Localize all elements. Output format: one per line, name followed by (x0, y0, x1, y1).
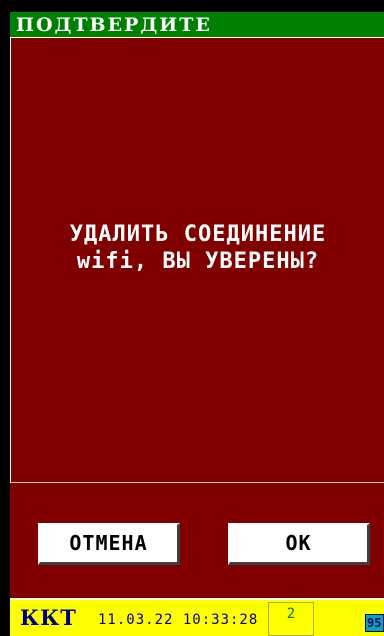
confirm-message-line1: УДАЛИТЬ СОЕДИНЕНИЕ (69, 222, 327, 247)
battery-indicator: 95 (365, 614, 384, 632)
status-counter: 2 (268, 602, 314, 636)
cancel-button[interactable]: ОТМЕНА (38, 523, 180, 565)
status-datetime: 11.03.22 10:33:28 (98, 612, 259, 628)
dialog-title: ПОДТВЕРДИТЕ (16, 14, 212, 36)
confirm-message-line2: wifi, ВЫ УВЕРЕНЫ? (76, 249, 320, 274)
confirm-message: УДАЛИТЬ СОЕДИНЕНИЕ wifi, ВЫ УВЕРЕНЫ? (11, 221, 384, 275)
dialog-body: УДАЛИТЬ СОЕДИНЕНИЕ wifi, ВЫ УВЕРЕНЫ? (10, 38, 384, 483)
status-bar: ККТ 11.03.22 10:33:28 2 95 (10, 598, 384, 636)
confirm-screen: ПОДТВЕРДИТЕ УДАЛИТЬ СОЕДИНЕНИЕ wifi, ВЫ … (0, 0, 384, 636)
device-label: ККТ (20, 605, 77, 630)
dialog-header: ПОДТВЕРДИТЕ (10, 12, 384, 38)
ok-button[interactable]: ОК (228, 523, 370, 565)
dialog-button-bar: ОТМЕНА ОК (10, 483, 384, 598)
